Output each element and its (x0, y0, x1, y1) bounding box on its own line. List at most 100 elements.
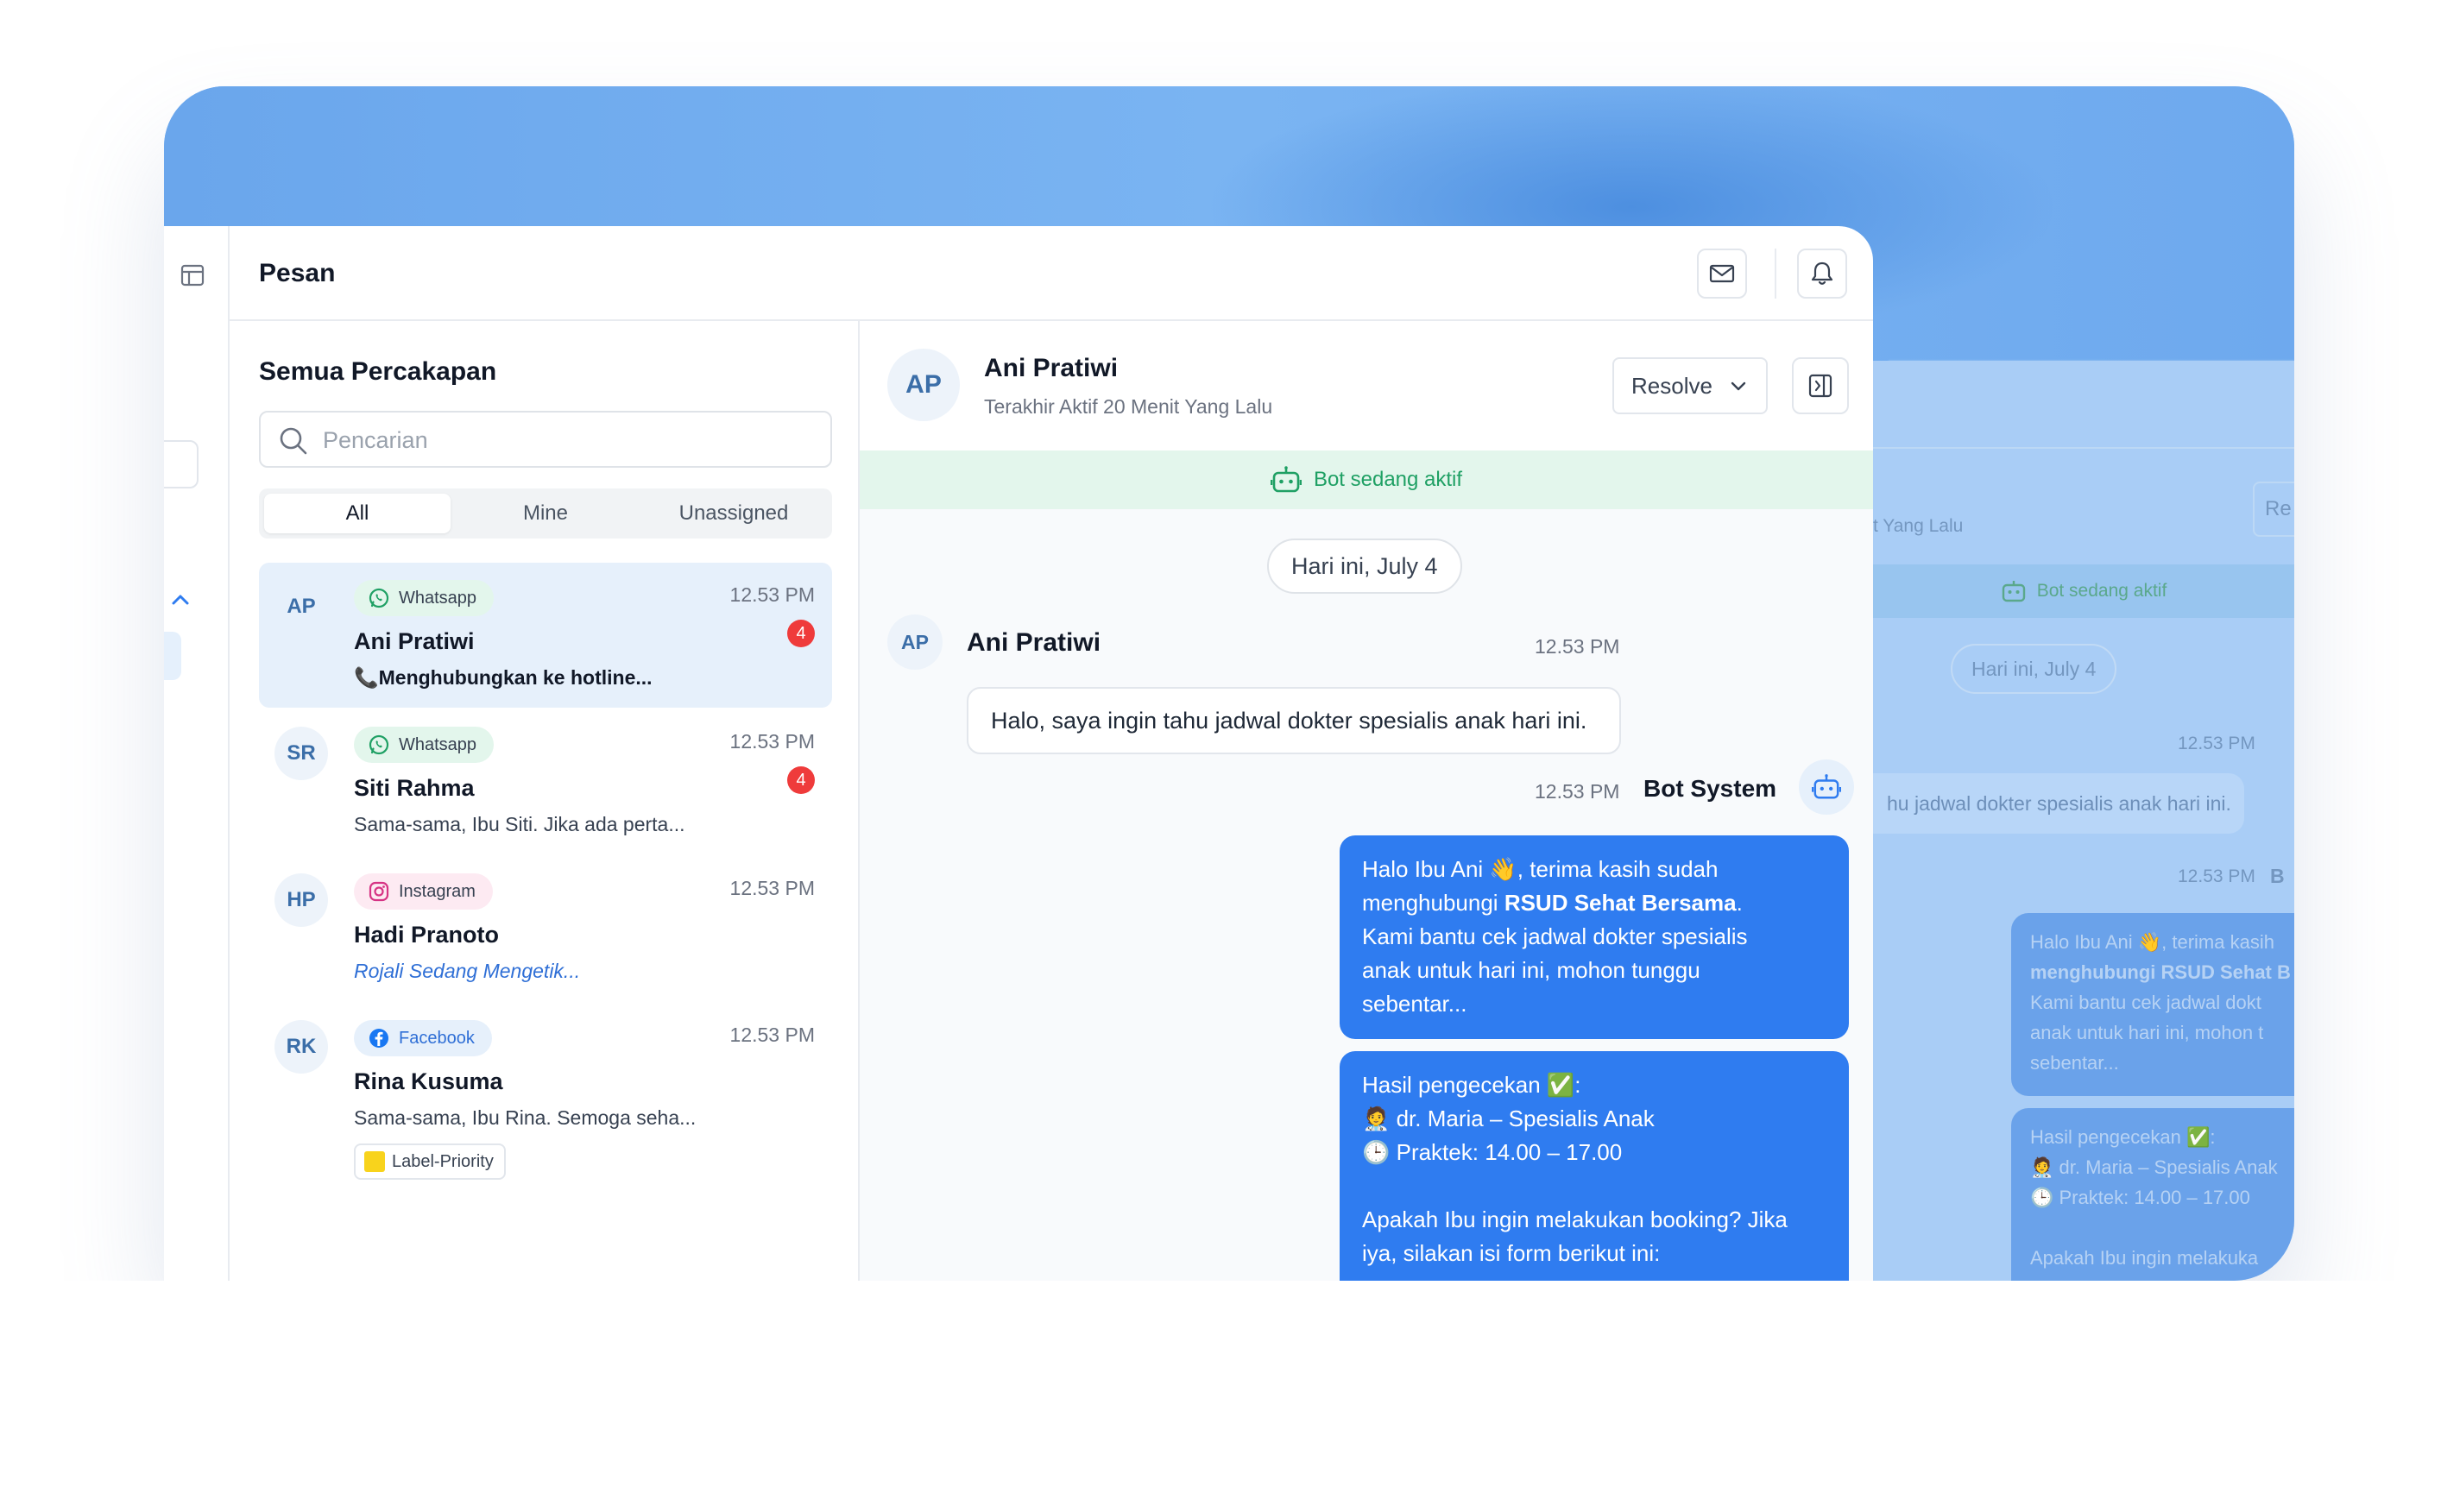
page: t Yang Lalu Re t Yang Lalu Re Bot sedang… (0, 0, 2441, 1512)
incoming-message-bubble: Halo, saya ingin tahu jadwal dokter spes… (967, 687, 1621, 754)
avatar: AP (274, 580, 328, 633)
bot-msg1-line2: menghubungi RSUD Sehat Bersama. (1362, 886, 1826, 920)
label-chip[interactable]: Label-Priority (354, 1143, 506, 1180)
conversation-list-panel: Semua Percakapan Pencarian All Mine Unas… (230, 321, 860, 1281)
bot-msg2-spacer (1362, 1169, 1826, 1203)
bot-msg2-line2: 🧑‍⚕️ dr. Maria – Spesialis Anak (1362, 1106, 1655, 1131)
mail-button[interactable] (1697, 249, 1747, 299)
page-title: Pesan (259, 259, 336, 287)
message-preview: Sama-sama, Ibu Siti. Jika ada perta... (354, 813, 685, 835)
conversation-item-siti-rahma[interactable]: SR Whatsapp Siti Rahma Sama-sama, Ibu Si… (259, 709, 832, 854)
ghost-resolve: Re (2253, 570, 2294, 618)
search-input[interactable]: Pencarian (259, 411, 832, 468)
robot-icon (1812, 774, 1841, 799)
bottom-mask (0, 1281, 2441, 1512)
contact-name: Ani Pratiwi (354, 628, 475, 654)
conversation-item-rina-kusuma[interactable]: RK Facebook Rina Kusuma Sama-sama, Ibu R… (259, 1003, 832, 1193)
message-time: 12.53 PM (729, 583, 815, 606)
toggle-details-panel-button[interactable] (1792, 357, 1849, 414)
bot-msg1-line4: anak untuk hari ini, mohon tunggu (1362, 957, 1700, 983)
contact-name: Siti Rahma (354, 775, 475, 801)
bot-msg1-line5: sebentar... (1362, 991, 1467, 1017)
label-color-swatch (364, 1151, 385, 1172)
instagram-icon (369, 881, 389, 902)
whatsapp-icon (369, 588, 389, 608)
list-heading: Semua Percakapan (259, 357, 497, 386)
conversation-item-ani-pratiwi[interactable]: AP Whatsapp Ani Pratiwi 📞Menghubungkan k… (259, 563, 832, 708)
tab-mine[interactable]: Mine (452, 494, 639, 533)
sidebar-active-item[interactable] (164, 632, 181, 680)
message-time: 12.53 PM (729, 730, 815, 753)
message-sender: Ani Pratiwi (967, 628, 1101, 657)
bot-msg2-line1: Hasil pengecekan ✅: (1362, 1072, 1581, 1098)
channel-badge-instagram: Instagram (354, 873, 493, 910)
chat-contact-name: Ani Pratiwi (984, 354, 1119, 382)
bot-msg2-line6: iya, silakan isi form berikut ini: (1362, 1240, 1661, 1266)
mail-icon (1709, 264, 1735, 283)
search-icon (280, 427, 307, 455)
sidebar-toggle-icon (1808, 374, 1832, 398)
bot-msg2-line5: Apakah Ibu ingin melakukan booking? Jika (1362, 1206, 1788, 1232)
app-window: Pesan Semua Percakapan Pencarian All Min… (164, 226, 1873, 1281)
unread-badge: 4 (787, 766, 815, 794)
layout-icon[interactable] (180, 262, 205, 288)
channel-label: Whatsapp (399, 588, 477, 608)
message-avatar: AP (887, 614, 943, 670)
bot-message-bubble-1: Halo Ibu Ani 👋, terima kasih sudah mengh… (1340, 835, 1849, 1039)
resolve-dropdown[interactable]: Resolve (1612, 357, 1768, 414)
channel-badge-whatsapp: Whatsapp (354, 727, 495, 763)
message-preview: Sama-sama, Ibu Rina. Semoga seha... (354, 1106, 697, 1129)
avatar: HP (274, 873, 328, 927)
contact-name: Hadi Pranoto (354, 922, 500, 948)
message-time: 12.53 PM (1535, 635, 1620, 658)
bot-msg2-line3: 🕒 Praktek: 14.00 – 17.00 (1362, 1139, 1623, 1165)
chat-panel: AP Ani Pratiwi Terakhir Aktif 20 Menit Y… (860, 321, 1873, 1281)
contact-name: Rina Kusuma (354, 1068, 503, 1094)
bot-msg1-line1: Halo Ibu Ani 👋, terima kasih sudah (1362, 856, 1719, 882)
topbar-divider (1775, 249, 1776, 299)
channel-badge-facebook: Facebook (354, 1020, 492, 1056)
ghost-window: t Yang Lalu Re (1889, 361, 2294, 1281)
notification-button[interactable] (1797, 249, 1847, 299)
label-text: Label-Priority (392, 1151, 494, 1171)
tab-unassigned[interactable]: Unassigned (640, 494, 827, 533)
channel-badge-whatsapp: Whatsapp (354, 580, 495, 616)
bot-active-banner: Bot sedang aktif (860, 450, 1873, 509)
bot-sender-name: Bot System (1643, 775, 1777, 802)
chevron-down-icon (1731, 381, 1746, 391)
bot-message-time: 12.53 PM (1535, 780, 1620, 803)
bot-msg1-line2-post: . (1736, 890, 1743, 916)
top-bar: Pesan (230, 226, 1873, 321)
bell-icon (1811, 261, 1833, 285)
search-placeholder: Pencarian (323, 427, 428, 453)
chat-avatar: AP (887, 349, 960, 421)
bot-msg1-line2-pre: menghubungi (1362, 890, 1504, 916)
date-separator: Hari ini, July 4 (1267, 539, 1462, 594)
facebook-icon (369, 1029, 388, 1048)
avatar: RK (274, 1020, 328, 1074)
sidebar-search-input[interactable] (164, 440, 199, 488)
resolve-label: Resolve (1631, 372, 1712, 399)
bot-avatar (1799, 759, 1854, 815)
message-time: 12.53 PM (729, 877, 815, 899)
channel-label: Instagram (399, 881, 476, 901)
chat-header: AP Ani Pratiwi Terakhir Aktif 20 Menit Y… (860, 321, 1873, 450)
channel-label: Facebook (399, 1028, 475, 1048)
chevron-up-icon[interactable] (167, 587, 193, 613)
message-preview: 📞Menghubungkan ke hotline... (354, 666, 653, 689)
last-active-status: Terakhir Aktif 20 Menit Yang Lalu (984, 395, 1273, 418)
sidebar-rail (164, 226, 230, 1281)
hospital-name: RSUD Sehat Bersama (1504, 890, 1737, 916)
avatar: SR (274, 727, 328, 780)
channel-label: Whatsapp (399, 734, 477, 754)
bot-msg1-line3: Kami bantu cek jadwal dokter spesialis (1362, 923, 1748, 949)
bot-banner-text: Bot sedang aktif (1313, 468, 1463, 491)
message-time: 12.53 PM (729, 1024, 815, 1046)
bot-message-bubble-2: Hasil pengecekan ✅: 🧑‍⚕️ dr. Maria – Spe… (1340, 1051, 1849, 1281)
filter-tabs: All Mine Unassigned (259, 488, 832, 539)
conversation-item-hadi-pranoto[interactable]: HP Instagram Hadi Pranoto Rojali Sedang … (259, 856, 832, 1001)
robot-icon (1270, 466, 1302, 493)
ghost-status: t Yang Lalu (1889, 602, 1984, 624)
tab-all[interactable]: All (264, 494, 451, 533)
whatsapp-icon (369, 734, 389, 755)
